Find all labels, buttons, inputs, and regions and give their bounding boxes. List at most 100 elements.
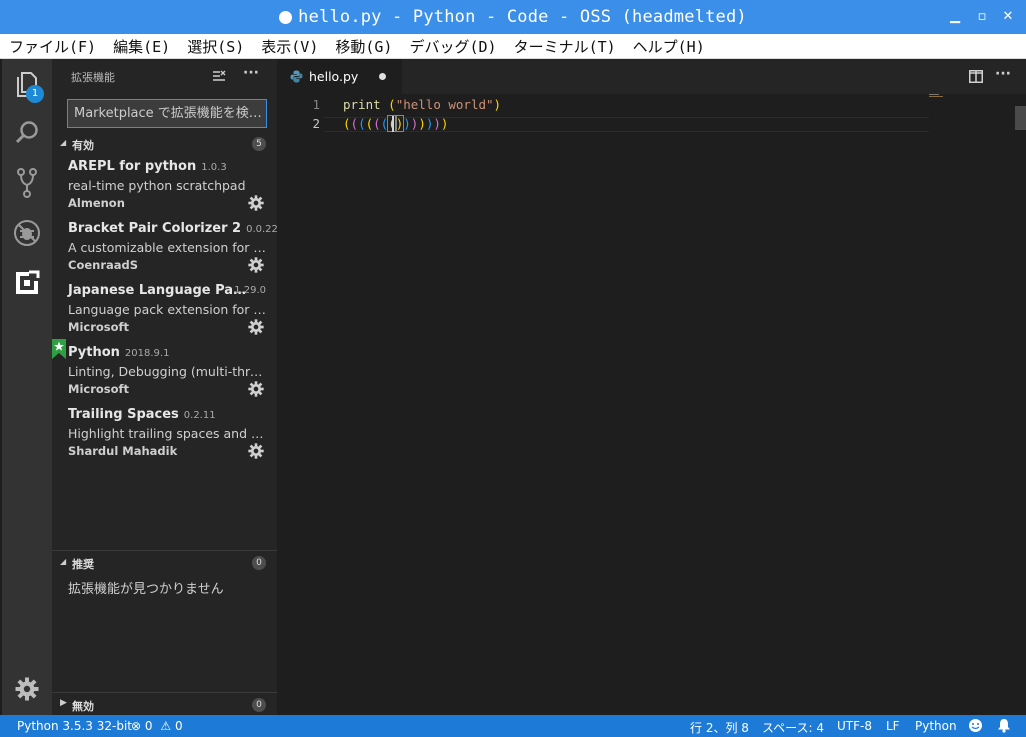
python-interpreter[interactable]: Python 3.5.3 32-bit (17, 719, 132, 733)
extension-version: 0.2.11 (183, 410, 216, 421)
extension-publisher: Microsoft (68, 382, 130, 396)
extension-item[interactable]: Bracket Pair Colorizer 2 0.0.22 A customi… (52, 221, 278, 283)
extension-search-input[interactable]: Marketplace で拡張機能を検… (67, 99, 267, 128)
code-token-bracket: ( (365, 116, 374, 131)
extension-description: Highlight trailing spaces and delete the… (68, 426, 266, 441)
tab-hello-py[interactable]: hello.py (277, 59, 402, 94)
extensions-icon (16, 270, 40, 294)
menu-help[interactable]: ヘルプ(H) (624, 36, 713, 57)
cursor-position[interactable]: 行 2、列 8 (690, 719, 749, 736)
disabled-section-label: 無効 (72, 700, 94, 713)
activity-bar: 1 (2, 59, 52, 715)
debug-button[interactable] (2, 209, 52, 257)
window-title-text: hello.py - Python - Code - OSS (headmelt… (298, 7, 747, 27)
enabled-section-label: 有効 (72, 139, 94, 152)
extension-item[interactable]: Trailing Spaces 0.2.11 Highlight trailing… (52, 407, 277, 469)
code-editor[interactable]: 1 2 print ("hello world") ((((((())))))) (277, 94, 1026, 715)
feedback-smiley-icon[interactable] (968, 718, 983, 733)
extension-description: Language pack extension for Japanese (68, 302, 266, 317)
manage-extension-gear-icon[interactable] (248, 381, 264, 397)
manage-extension-gear-icon[interactable] (248, 257, 264, 273)
problems-indicator[interactable]: ⊗ 0 ⚠ 0 (131, 719, 183, 733)
more-actions-icon[interactable]: ··· (243, 65, 259, 81)
minimap[interactable] (929, 94, 949, 98)
recommended-star-icon (52, 339, 66, 359)
extension-publisher: Microsoft (68, 320, 130, 334)
menu-view[interactable]: 表示(V) (252, 36, 326, 57)
close-button[interactable]: ✕ (999, 8, 1017, 26)
explorer-button[interactable]: 1 (2, 61, 52, 109)
warning-icon: ⚠ (160, 719, 172, 733)
menu-go[interactable]: 移動(G) (326, 36, 400, 57)
recommended-section-header[interactable]: ◢ 推奨 0 (52, 552, 277, 574)
split-editor-icon[interactable] (969, 70, 983, 83)
indentation[interactable]: スペース: 4 (762, 719, 824, 736)
code-token-bracket: ) (433, 116, 441, 131)
extension-description: real-time python scratchpad (68, 178, 246, 193)
section-divider (52, 692, 277, 693)
enabled-count-badge: 5 (252, 137, 266, 151)
extension-version: 1.29.0 (234, 285, 266, 296)
extensions-sidebar: 拡張機能 ··· Marketplace で拡張機能を検… ◢ 有効 5 ARE… (52, 59, 278, 716)
line-number: 2 (312, 116, 320, 131)
code-token-bracket: ) (418, 116, 426, 131)
extension-name: Bracket Pair Colorizer 2 (68, 221, 242, 236)
end-of-line[interactable]: LF (886, 719, 900, 733)
code-line-2: ((((((())))))) (343, 115, 449, 132)
search-button[interactable] (2, 109, 52, 157)
minimize-button[interactable]: ▁ (946, 8, 964, 26)
unsaved-indicator-icon[interactable] (379, 73, 386, 80)
extension-item[interactable]: AREPL for python 1.0.3 real-time python s… (52, 159, 277, 221)
enabled-section-header[interactable]: ◢ 有効 5 (52, 133, 277, 155)
source-control-button[interactable] (2, 159, 52, 207)
title-bar: hello.py - Python - Code - OSS (headmelt… (0, 0, 1026, 34)
tab-label: hello.py (309, 69, 359, 84)
clear-extensions-icon[interactable] (212, 70, 226, 83)
language-mode[interactable]: Python (915, 719, 957, 733)
debug-icon (14, 220, 40, 246)
collapse-arrow-icon: ◢ (60, 557, 67, 566)
manage-extension-gear-icon[interactable] (248, 443, 264, 459)
extension-description: A customizable extension for colorizing … (68, 240, 266, 255)
extension-version: 1.0.3 (201, 162, 227, 173)
more-actions-icon[interactable]: ··· (995, 66, 1011, 82)
disabled-count-badge: 0 (252, 698, 266, 712)
menu-bar: ファイル(F) 編集(E) 選択(S) 表示(V) 移動(G) デバッグ(D) … (0, 34, 1026, 59)
editor-tabs-bar: hello.py ··· (277, 59, 1026, 94)
manage-button[interactable] (2, 665, 52, 713)
manage-extension-gear-icon[interactable] (248, 319, 264, 335)
extension-description: Linting, Debugging (multi-threaded, remo… (68, 364, 266, 379)
extension-name: Japanese Language Pa… (68, 283, 247, 298)
extension-name: Trailing Spaces (68, 407, 179, 422)
menu-debug[interactable]: デバッグ(D) (400, 36, 504, 57)
code-token-bracket: ) (440, 116, 449, 131)
code-token-function: print (343, 97, 381, 112)
code-token-bracket: ( (388, 97, 396, 112)
maximize-button[interactable]: ▫ (973, 8, 991, 26)
error-icon: ⊗ (131, 719, 142, 733)
encoding[interactable]: UTF-8 (837, 719, 872, 733)
code-token-bracket: ) (403, 116, 411, 131)
python-file-icon (290, 70, 303, 83)
menu-file[interactable]: ファイル(F) (0, 36, 104, 57)
code-token-string: "hello world" (395, 97, 494, 112)
extension-publisher: Almenon (68, 196, 125, 210)
extension-item[interactable]: Japanese Language Pa… 1.29.0 Language pa… (52, 283, 277, 345)
menu-terminal[interactable]: ターミナル(T) (505, 36, 624, 57)
manage-extension-gear-icon[interactable] (248, 195, 264, 211)
section-divider (52, 550, 277, 551)
code-line-1: print ("hello world") (343, 97, 501, 112)
extensions-button[interactable] (2, 259, 52, 307)
warning-count: 0 (174, 719, 183, 733)
editor-scrollbar-thumb[interactable] (1015, 106, 1026, 130)
code-token-bracket: ( (358, 116, 366, 131)
code-token-bracket: ( (350, 116, 359, 131)
extension-version: 2018.9.1 (124, 348, 170, 359)
extension-item[interactable]: Python 2018.9.1 Linting, Debugging (multi… (52, 339, 277, 407)
menu-edit[interactable]: 編集(E) (104, 36, 178, 57)
notifications-bell-icon[interactable] (997, 718, 1011, 733)
disabled-section-header[interactable]: ▶ 無効 0 (52, 694, 277, 716)
collapse-arrow-icon: ◢ (60, 138, 67, 147)
error-count: 0 (144, 719, 153, 733)
menu-selection[interactable]: 選択(S) (178, 36, 252, 57)
